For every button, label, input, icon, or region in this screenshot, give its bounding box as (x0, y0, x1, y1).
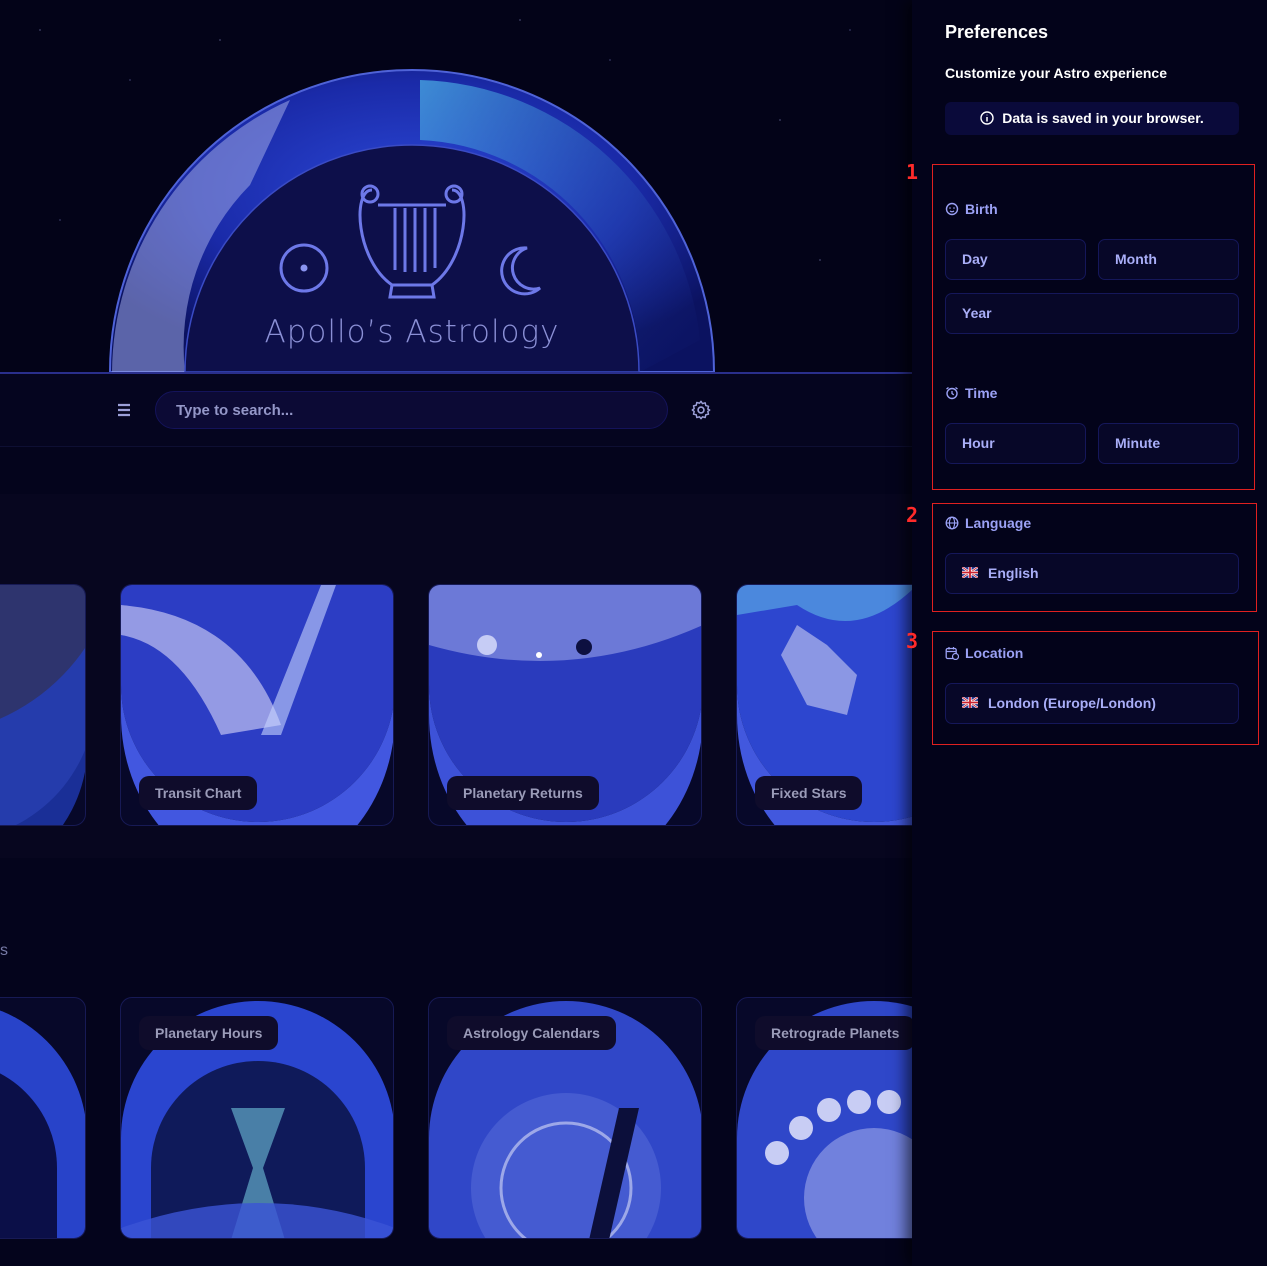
section-heading-fragment: s (0, 942, 8, 959)
annotation-box-2 (932, 503, 1257, 612)
info-icon (980, 111, 994, 125)
tool-card-transit-chart[interactable]: Transit Chart (120, 584, 394, 826)
tool-card-fixed-stars[interactable]: Fixed Stars (736, 584, 912, 826)
card-label: Retrograde Planets (755, 1016, 912, 1050)
annotation-number-2: 2 (906, 503, 919, 527)
annotation-box-1 (932, 164, 1255, 490)
tool-card-retrograde-planets[interactable]: Retrograde Planets (736, 997, 912, 1239)
annotation-number-1: 1 (906, 160, 919, 184)
main-page: Apollo’s Astrology Transit Chart (0, 0, 912, 1266)
search-input[interactable] (155, 391, 668, 429)
card-label: Transit Chart (139, 776, 258, 810)
annotation-number-3: 3 (906, 629, 919, 653)
card-label: Planetary Hours (139, 1016, 279, 1050)
card-label: Fixed Stars (755, 776, 863, 810)
tool-card-planetary-returns[interactable]: Planetary Returns (428, 584, 702, 826)
tool-card[interactable] (0, 997, 86, 1239)
annotation-box-3 (932, 631, 1259, 745)
card-label: Astrology Calendars (447, 1016, 616, 1050)
hamburger-menu-icon[interactable] (112, 398, 136, 422)
panel-subtitle: Customize your Astro experience (945, 65, 1167, 81)
tool-card-astrology-calendars[interactable]: Astrology Calendars (428, 997, 702, 1239)
storage-notice-text: Data is saved in your browser. (1002, 110, 1204, 126)
preferences-panel: Preferences Customize your Astro experie… (906, 0, 1267, 1266)
card-label: Planetary Returns (447, 776, 599, 810)
tool-card[interactable] (0, 584, 86, 826)
panel-title: Preferences (945, 22, 1049, 42)
gear-icon[interactable] (690, 399, 712, 421)
hero-title: Apollo’s Astrology (264, 314, 560, 350)
storage-notice: Data is saved in your browser. (945, 102, 1239, 135)
tool-card-planetary-hours[interactable]: Planetary Hours (120, 997, 394, 1239)
